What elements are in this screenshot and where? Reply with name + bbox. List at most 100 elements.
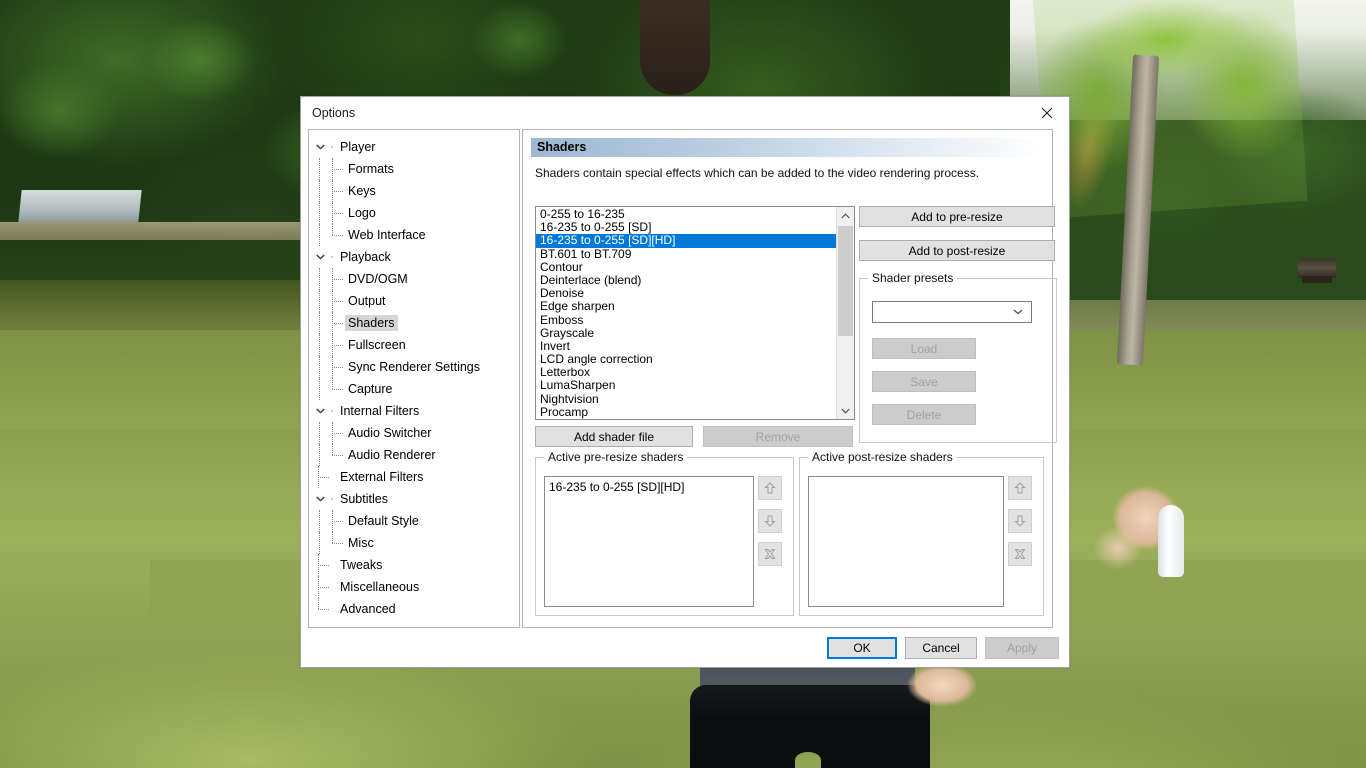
shader-list-item[interactable]: LCD angle correction bbox=[536, 353, 836, 366]
tree-item-miscellaneous[interactable]: Miscellaneous bbox=[309, 576, 519, 598]
tree-item-label: Miscellaneous bbox=[340, 580, 420, 594]
tree-item-misc[interactable]: Misc bbox=[309, 532, 519, 554]
shader-list-item[interactable]: 16-235 to 0-255 [SD] bbox=[536, 221, 836, 234]
tree-item-fullscreen[interactable]: Fullscreen bbox=[309, 334, 519, 356]
shader-list-item[interactable]: Nightvision bbox=[536, 393, 836, 406]
cancel-button[interactable]: Cancel bbox=[905, 637, 977, 659]
tree-item-label: Web Interface bbox=[348, 228, 426, 242]
tree-item-playback[interactable]: · Playback bbox=[309, 246, 519, 268]
tree-connector bbox=[313, 202, 327, 224]
shader-list-item[interactable]: Denoise bbox=[536, 287, 836, 300]
delete-x-icon[interactable] bbox=[1008, 542, 1032, 566]
tree-item-label: Misc bbox=[348, 536, 374, 550]
active-post-resize-list[interactable] bbox=[808, 476, 1004, 607]
close-icon[interactable] bbox=[1024, 98, 1069, 128]
tree-item-default-style[interactable]: Default Style bbox=[309, 510, 519, 532]
tree-connector bbox=[313, 422, 327, 444]
active-shader-item[interactable]: 16-235 to 0-255 [SD][HD] bbox=[545, 480, 753, 495]
tree-item-logo[interactable]: Logo bbox=[309, 202, 519, 224]
chevron-down-icon[interactable] bbox=[313, 496, 327, 502]
tree-item-dvd-ogm[interactable]: DVD/OGM bbox=[309, 268, 519, 290]
delete-x-icon[interactable] bbox=[758, 542, 782, 566]
tree-item-label: Default Style bbox=[348, 514, 419, 528]
tree-item-internal-filters[interactable]: · Internal Filters bbox=[309, 400, 519, 422]
tree-item-audio-switcher[interactable]: Audio Switcher bbox=[309, 422, 519, 444]
settings-tree-list: · Player Formats Keys Logo Web Interface · Play… bbox=[309, 130, 519, 620]
save-preset-button[interactable]: Save bbox=[872, 371, 976, 392]
chevron-down-icon[interactable] bbox=[313, 254, 327, 260]
shader-list-item[interactable]: Edge sharpen bbox=[536, 300, 836, 313]
scrollbar-thumb[interactable] bbox=[838, 226, 853, 336]
tree-item-sync-renderer-settings[interactable]: Sync Renderer Settings bbox=[309, 356, 519, 378]
shader-list-item[interactable]: Invert bbox=[536, 340, 836, 353]
tree-item-keys[interactable]: Keys bbox=[309, 180, 519, 202]
shader-list-item[interactable]: Contour bbox=[536, 261, 836, 274]
shader-list-item[interactable]: LumaSharpen bbox=[536, 379, 836, 392]
shader-list-item[interactable]: Grayscale bbox=[536, 327, 836, 340]
available-shaders-list[interactable]: 0-255 to 16-235 16-235 to 0-255 [SD] 16-23… bbox=[535, 206, 855, 420]
load-preset-button[interactable]: Load bbox=[872, 338, 976, 359]
background-park-bench-legs bbox=[1302, 276, 1332, 283]
tree-item-shaders[interactable]: Shaders bbox=[309, 312, 519, 334]
arrow-up-icon[interactable] bbox=[1008, 476, 1032, 500]
tree-connector bbox=[313, 180, 327, 202]
shader-list-item[interactable]: Letterbox bbox=[536, 366, 836, 379]
chevron-down-icon[interactable] bbox=[313, 144, 327, 150]
tree-connector bbox=[327, 532, 345, 554]
shader-presets-title: Shader presets bbox=[868, 271, 958, 285]
ok-button[interactable]: OK bbox=[827, 637, 897, 659]
delete-preset-button[interactable]: Delete bbox=[872, 404, 976, 425]
tree-connector bbox=[313, 224, 327, 246]
active-post-resize-title: Active post-resize shaders bbox=[808, 450, 957, 464]
tree-item-label: Subtitles bbox=[340, 492, 388, 506]
shader-list-item[interactable]: BT.601 to BT.709 bbox=[536, 248, 836, 261]
arrow-down-icon[interactable] bbox=[1008, 509, 1032, 533]
shader-presets-group: Shader presets Load Save Delete bbox=[859, 271, 1057, 443]
remove-shader-button[interactable]: Remove bbox=[703, 426, 853, 447]
shader-preset-select[interactable] bbox=[872, 301, 1032, 323]
shader-list-item[interactable]: Procamp bbox=[536, 406, 836, 419]
tree-item-advanced[interactable]: Advanced bbox=[309, 598, 519, 620]
tree-connector bbox=[313, 554, 329, 576]
chevron-up-icon[interactable] bbox=[837, 207, 854, 224]
tree-connector bbox=[313, 532, 327, 554]
chevron-down-icon[interactable] bbox=[837, 402, 854, 419]
background-person-head bbox=[640, 0, 710, 95]
tree-item-label: External Filters bbox=[340, 470, 424, 484]
tree-item-player[interactable]: · Player bbox=[309, 136, 519, 158]
tree-item-tweaks[interactable]: Tweaks bbox=[309, 554, 519, 576]
tree-item-audio-renderer[interactable]: Audio Renderer bbox=[309, 444, 519, 466]
tree-item-label: Output bbox=[348, 294, 386, 308]
arrow-down-icon[interactable] bbox=[758, 509, 782, 533]
tree-item-capture[interactable]: Capture bbox=[309, 378, 519, 400]
tree-connector bbox=[327, 378, 345, 400]
add-to-post-resize-button[interactable]: Add to post-resize bbox=[859, 240, 1055, 261]
active-pre-resize-list[interactable]: 16-235 to 0-255 [SD][HD] bbox=[544, 476, 754, 607]
shader-list-item[interactable]: Emboss bbox=[536, 314, 836, 327]
tree-item-label: Playback bbox=[340, 250, 391, 264]
add-to-pre-resize-button[interactable]: Add to pre-resize bbox=[859, 206, 1055, 227]
chevron-down-icon[interactable] bbox=[313, 408, 327, 414]
tree-connector bbox=[313, 598, 329, 620]
background-road bbox=[0, 222, 300, 240]
shader-list-item[interactable]: 16-235 to 0-255 [SD][HD] bbox=[536, 234, 836, 248]
tree-item-web-interface[interactable]: Web Interface bbox=[309, 224, 519, 246]
tree-item-external-filters[interactable]: External Filters bbox=[309, 466, 519, 488]
tree-item-label: Fullscreen bbox=[348, 338, 406, 352]
arrow-up-icon[interactable] bbox=[758, 476, 782, 500]
shader-list-item[interactable]: Deinterlace (blend) bbox=[536, 274, 836, 287]
tree-item-label: Formats bbox=[348, 162, 394, 176]
tree-item-output[interactable]: Output bbox=[309, 290, 519, 312]
tree-connector bbox=[327, 224, 345, 246]
add-shader-file-button[interactable]: Add shader file bbox=[535, 426, 693, 447]
tree-item-formats[interactable]: Formats bbox=[309, 158, 519, 180]
settings-tree[interactable]: · Player Formats Keys Logo Web Interface · Play… bbox=[308, 129, 520, 628]
shader-list-item[interactable]: 0-255 to 16-235 bbox=[536, 208, 836, 221]
tree-item-label: Player bbox=[340, 140, 376, 154]
shaders-scrollbar[interactable] bbox=[836, 207, 854, 419]
shaders-panel: Shaders Shaders contain special effects … bbox=[522, 129, 1057, 628]
tree-item-subtitles[interactable]: · Subtitles bbox=[309, 488, 519, 510]
tree-bullet: · bbox=[330, 493, 334, 505]
tree-connector bbox=[327, 444, 345, 466]
apply-button[interactable]: Apply bbox=[985, 637, 1059, 659]
